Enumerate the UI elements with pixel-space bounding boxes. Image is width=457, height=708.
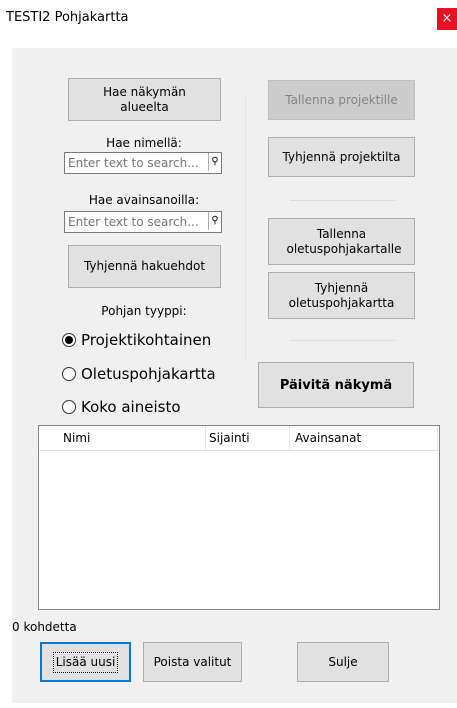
clear-search-label: Tyhjennä hakuehdot (83, 259, 206, 273)
close-icon[interactable]: × (437, 8, 457, 30)
radio-koko-aineisto[interactable]: Koko aineisto (62, 398, 181, 416)
item-count-status: 0 kohdetta (12, 620, 77, 634)
fetch-view-area-button[interactable]: Hae näkymän alueelta (68, 78, 221, 121)
search-by-name-label: Hae nimellä: (106, 136, 182, 150)
results-list[interactable]: Nimi Sijainti Avainsanat (38, 425, 440, 610)
map-type-label: Pohjan tyyppi: (101, 304, 187, 318)
radio-projektikohtainen[interactable]: Projektikohtainen (62, 331, 211, 349)
refresh-view-button[interactable]: Päivitä näkymä (258, 362, 414, 408)
save-to-project-button[interactable]: Tallenna projektille (268, 80, 415, 120)
clear-search-button[interactable]: Tyhjennä hakuehdot (68, 245, 221, 288)
column-header-name[interactable]: Nimi (63, 431, 90, 445)
radio-unchecked-icon (62, 400, 76, 414)
clear-from-project-button[interactable]: Tyhjennä projektilta (268, 137, 415, 177)
fetch-view-area-label: Hae näkymän alueelta (103, 84, 186, 114)
list-header: Nimi Sijainti Avainsanat (39, 426, 439, 451)
save-to-project-label: Tallenna projektille (285, 92, 398, 107)
search-by-keywords-field: ⚲ (64, 211, 222, 233)
search-by-keywords-input[interactable] (65, 212, 208, 232)
close-label: Sulje (328, 654, 358, 669)
search-icon[interactable]: ⚲ (208, 153, 221, 171)
separator-line (290, 340, 395, 341)
radio-unchecked-icon (62, 367, 76, 381)
separator-line (290, 200, 395, 201)
search-by-name-field: ⚲ (64, 152, 222, 174)
radio-label: Koko aineisto (81, 398, 181, 416)
clear-default-map-button[interactable]: Tyhjennä oletuspohjakartta (268, 272, 415, 319)
radio-label: Oletuspohjakartta (81, 365, 216, 383)
column-header-keywords[interactable]: Avainsanat (295, 431, 361, 445)
save-default-map-label: Tallenna oletuspohjakartalle (286, 226, 402, 256)
column-divider (245, 98, 246, 360)
column-header-location[interactable]: Sijainti (209, 431, 250, 445)
window-title: TESTI2 Pohjakartta (6, 10, 129, 25)
remove-selected-button[interactable]: Poista valitut (143, 642, 242, 682)
title-bar: TESTI2 Pohjakartta × (0, 0, 457, 36)
column-divider[interactable] (437, 426, 438, 450)
search-icon[interactable]: ⚲ (208, 212, 221, 230)
search-by-keywords-label: Hae avainsanoilla: (88, 193, 200, 207)
save-default-map-button[interactable]: Tallenna oletuspohjakartalle (268, 218, 415, 265)
clear-default-map-label: Tyhjennä oletuspohjakartta (288, 280, 395, 310)
close-button[interactable]: Sulje (297, 642, 389, 682)
add-new-label: Lisää uusi (52, 651, 119, 673)
column-divider[interactable] (205, 426, 206, 450)
radio-label: Projektikohtainen (81, 331, 212, 349)
radio-checked-icon (62, 333, 76, 347)
add-new-button[interactable]: Lisää uusi (40, 642, 131, 682)
radio-oletuspohjakartta[interactable]: Oletuspohjakartta (62, 365, 216, 383)
column-divider[interactable] (289, 426, 290, 450)
remove-selected-label: Poista valitut (153, 654, 232, 669)
search-by-name-input[interactable] (65, 153, 208, 173)
clear-from-project-label: Tyhjennä projektilta (282, 149, 401, 164)
refresh-view-label: Päivitä näkymä (279, 377, 393, 393)
